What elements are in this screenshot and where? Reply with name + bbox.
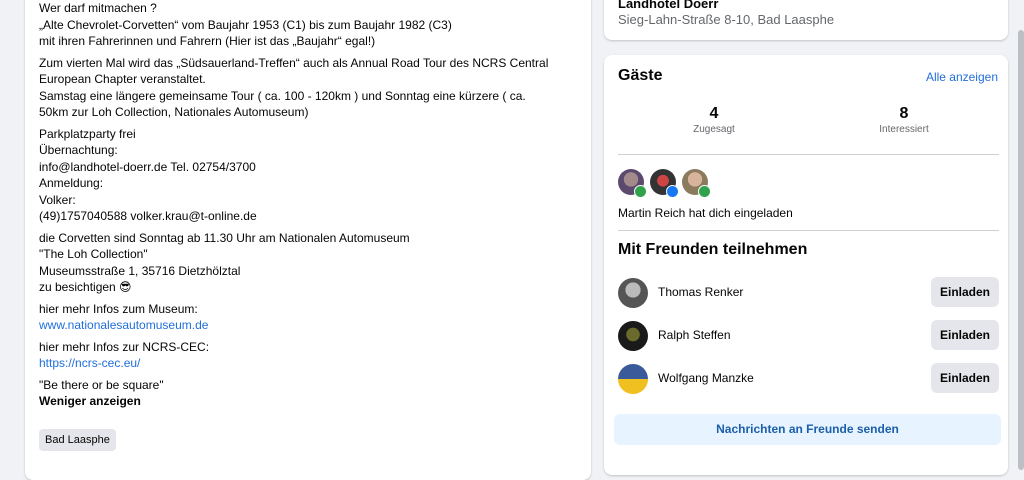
event-description: Wer darf mitmachen ? „Alte Chevrolet-Cor…: [39, 0, 579, 451]
description-paragraph: Wer darf mitmachen ? „Alte Chevrolet-Cor…: [39, 0, 579, 50]
museum-link[interactable]: www.nationalesautomuseum.de: [39, 317, 579, 334]
invite-button[interactable]: Einladen: [931, 363, 999, 393]
see-all-link[interactable]: Alle anzeigen: [926, 70, 998, 84]
send-to-friends-button[interactable]: Nachrichten an Freunde senden: [614, 414, 1001, 445]
friend-name[interactable]: Wolfgang Manzke: [658, 371, 754, 385]
text-line: hier mehr Infos zur NCRS-CEC:: [39, 339, 210, 354]
text-line: die Corvetten sind Sonntag ab 11.30 Uhr …: [39, 230, 410, 245]
divider: [618, 154, 999, 155]
check-icon: [698, 185, 711, 198]
text-line: Parkplatzparty frei: [39, 126, 136, 141]
scrollbar-thumb[interactable]: [1018, 30, 1024, 470]
description-paragraph: die Corvetten sind Sonntag ab 11.30 Uhr …: [39, 230, 579, 296]
text-line: 50km zur Loh Collection, Nationales Auto…: [39, 105, 309, 119]
going-stat[interactable]: 4 Zugesagt: [654, 105, 774, 135]
text-line: Zum vierten Mal wird das „Südsauerland-T…: [39, 55, 549, 70]
text-line: Übernachtung:: [39, 143, 118, 157]
location-tag[interactable]: Bad Laasphe: [39, 428, 116, 451]
interested-stat[interactable]: 8 Interessiert: [844, 105, 964, 135]
event-details-card: Wer darf mitmachen ? „Alte Chevrolet-Cor…: [25, 0, 591, 480]
interested-count: 8: [899, 105, 909, 122]
text-line: "Be there or be square": [39, 377, 164, 392]
text-line: "The Loh Collection": [39, 247, 148, 261]
text-line: Volker:: [39, 192, 76, 207]
star-icon: [666, 185, 679, 198]
description-paragraph: hier mehr Infos zum Museum: www.national…: [39, 301, 579, 334]
check-icon: [634, 185, 647, 198]
see-less-button[interactable]: Weniger anzeigen: [39, 393, 579, 410]
guests-title: Gäste: [618, 67, 663, 84]
text-line: European Chapter veranstaltet.: [39, 72, 206, 86]
text-line: (49)1757040588 volker.krau@t-online.de: [39, 209, 257, 223]
invite-button[interactable]: Einladen: [931, 320, 999, 350]
friend-name[interactable]: Thomas Renker: [658, 285, 743, 299]
text-line: mit ihren Fahrerinnen und Fahrern (Hier …: [39, 34, 376, 48]
avatar[interactable]: [618, 364, 648, 394]
divider: [618, 230, 999, 231]
ncrs-link[interactable]: https://ncrs-cec.eu/: [39, 355, 579, 372]
invite-button[interactable]: Einladen: [931, 277, 999, 307]
text-line: Samstag eine längere gemeinsame Tour ( c…: [39, 88, 526, 103]
text-line: Wer darf mitmachen ?: [39, 1, 157, 15]
avatar[interactable]: [682, 169, 711, 198]
venue-name[interactable]: Landhotel Doerr: [618, 0, 718, 11]
avatar[interactable]: [650, 169, 679, 198]
avatar[interactable]: [618, 321, 648, 351]
description-paragraph: Zum vierten Mal wird das „Südsauerland-T…: [39, 55, 579, 121]
text-line: „Alte Chevrolet-Corvetten“ vom Baujahr 1…: [39, 17, 452, 32]
guests-card: Gäste Alle anzeigen 4 Zugesagt 8 Interes…: [604, 55, 1008, 475]
going-count: 4: [709, 105, 719, 122]
description-paragraph: hier mehr Infos zur NCRS-CEC: https://nc…: [39, 339, 579, 372]
going-label: Zugesagt: [693, 124, 735, 135]
venue-address: Sieg-Lahn-Straße 8-10, Bad Laasphe: [618, 12, 835, 27]
text-line: Anmeldung:: [39, 176, 104, 190]
scrollbar[interactable]: [1016, 0, 1024, 470]
friend-row: Wolfgang Manzke Einladen: [618, 363, 999, 395]
avatar[interactable]: [618, 278, 648, 308]
text-line: zu besichtigen 😎: [39, 280, 132, 294]
venue-card: Landhotel Doerr Sieg-Lahn-Straße 8-10, B…: [604, 0, 1008, 40]
description-paragraph: "Be there or be square" Weniger anzeigen: [39, 377, 579, 410]
invited-by-text: Martin Reich hat dich eingeladen: [618, 206, 793, 220]
interested-label: Interessiert: [879, 124, 929, 135]
friends-section-title: Mit Freunden teilnehmen: [618, 241, 808, 258]
text-line: Museumsstraße 1, 35716 Dietzhölztal: [39, 263, 241, 278]
friend-name[interactable]: Ralph Steffen: [658, 328, 731, 342]
avatar[interactable]: [618, 169, 647, 198]
friend-row: Thomas Renker Einladen: [618, 277, 999, 309]
description-paragraph: Parkplatzparty frei Übernachtung: info@l…: [39, 126, 579, 225]
text-line: hier mehr Infos zum Museum:: [39, 301, 198, 316]
friend-row: Ralph Steffen Einladen: [618, 320, 999, 352]
text-line: info@landhotel-doerr.de Tel. 02754/3700: [39, 159, 256, 174]
